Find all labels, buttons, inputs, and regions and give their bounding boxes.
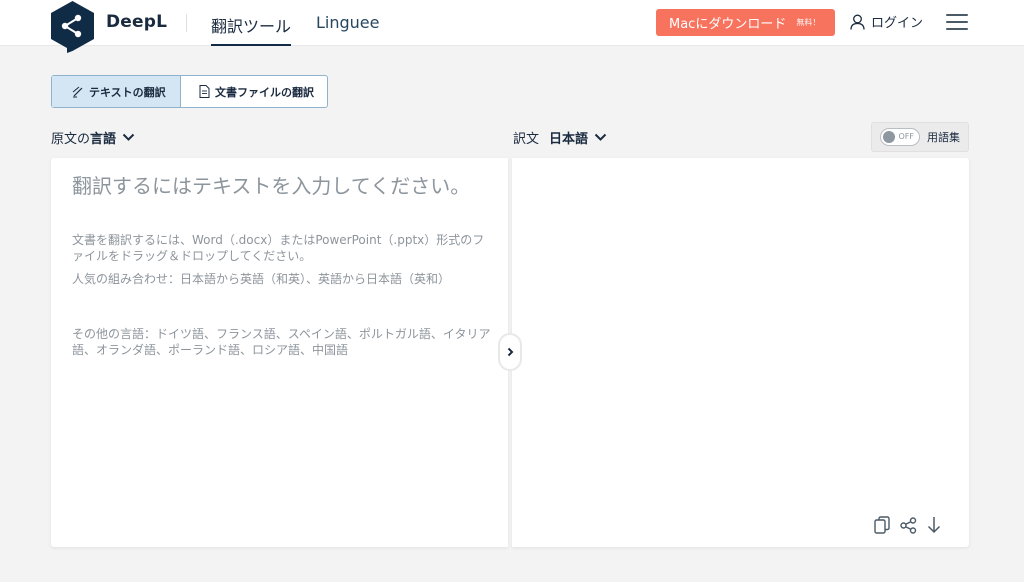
brand-name[interactable]: DeepL [106,12,167,32]
nav-tab-translator-label: 翻訳ツール [211,17,292,36]
tab-text-translation[interactable]: テキストの翻訳 [52,76,181,107]
other-languages-hint: その他の言語：ドイツ語、フランス語、スペイン語、ポルトガル語、イタリア語、オラン… [72,327,491,357]
target-language-prefix: 訳文 [513,132,540,147]
copy-icon[interactable] [874,516,890,534]
chevron-down-icon [122,133,135,141]
mac-download-label: Macにダウンロード [669,17,787,32]
source-placeholder: 翻訳するにはテキストを入力してください。 [72,174,471,198]
deepl-logo-icon[interactable] [51,1,94,53]
glossary-switch[interactable]: OFF [880,128,920,146]
free-badge: 無料！ [796,18,821,27]
nav-tab-translator[interactable]: 翻訳ツール [211,13,292,46]
translation-mode-tabs: テキストの翻訳 文書ファイルの翻訳 [51,75,328,108]
tab-text-translation-label: テキストの翻訳 [89,85,166,99]
share-icon[interactable] [900,516,917,534]
chevron-right-icon [507,347,513,357]
download-icon[interactable] [927,516,941,534]
tab-document-translation-label: 文書ファイルの翻訳 [215,85,314,99]
top-header: DeepL 翻訳ツール Linguee Macにダウンロード 無料！ ログイン [0,0,1024,53]
source-language-label: 言語 [90,132,117,147]
login-button[interactable]: ログイン [850,12,923,31]
hamburger-icon[interactable] [946,14,968,32]
target-language-selector[interactable]: 訳文 日本語 [513,128,607,147]
login-label: ログイン [871,16,924,31]
switch-knob [883,131,895,143]
source-language-prefix: 原文の [51,132,91,147]
pen-icon [72,86,83,97]
file-hint: 文書を翻訳するには、Word（.docx）またはPowerPoint（.pptx… [72,233,485,263]
header-divider [186,14,187,32]
tab-document-translation[interactable]: 文書ファイルの翻訳 [181,76,314,107]
target-text-area[interactable] [512,158,969,547]
user-icon [850,14,865,30]
active-tab-underline [211,44,292,46]
mac-download-button[interactable]: Macにダウンロード 無料！ [656,9,835,36]
switch-state: OFF [898,132,915,141]
glossary-label: 用語集 [927,131,960,144]
popular-pairs-hint: 人気の組み合わせ：日本語から英語（和英）、英語から日本語（英和） [72,272,451,286]
source-language-selector[interactable]: 原文の 言語 [51,128,135,147]
target-language-label: 日本語 [549,132,589,147]
swap-languages-button[interactable] [498,333,522,371]
source-text-area[interactable]: 翻訳するにはテキストを入力してください。 文書を翻訳するには、Word（.doc… [51,158,508,547]
nav-tab-linguee[interactable]: Linguee [316,13,379,32]
document-icon [199,85,210,98]
target-actions [874,516,941,534]
glossary-toggle[interactable]: OFF 用語集 [871,122,969,152]
chevron-down-icon [594,133,607,141]
